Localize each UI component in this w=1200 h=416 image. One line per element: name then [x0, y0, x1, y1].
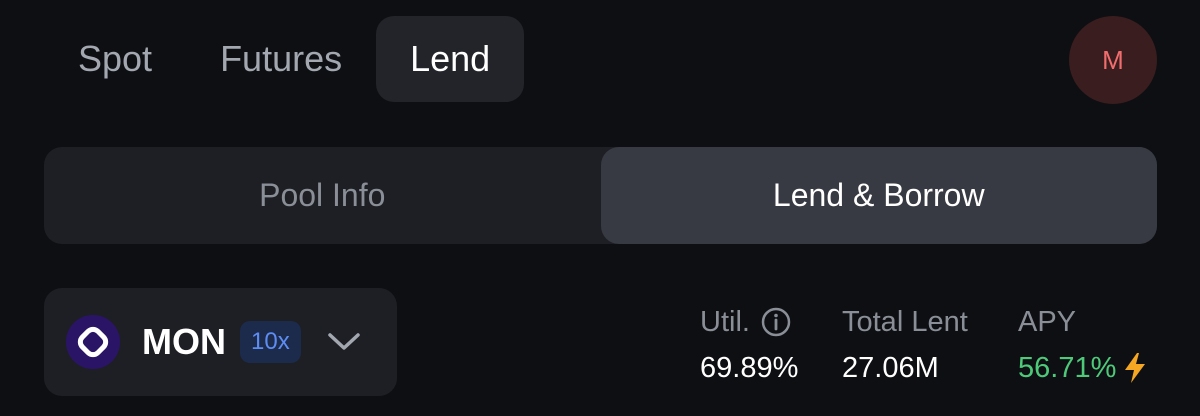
lend-screen: Spot Futures Lend M Pool Info Lend & Bor… [0, 0, 1200, 416]
tab-spot[interactable]: Spot [44, 16, 186, 102]
lightning-bolt-icon [1122, 352, 1148, 384]
segment-lend-borrow[interactable]: Lend & Borrow [600, 147, 1157, 244]
asset-symbol: MON [142, 321, 226, 362]
mon-token-icon [66, 315, 120, 369]
segment-pool-info[interactable]: Pool Info [44, 147, 601, 244]
asset-selector[interactable]: MON 10x [44, 288, 397, 396]
avatar[interactable]: M [1069, 16, 1157, 104]
total-lent-value: 27.06M [842, 351, 939, 384]
stat-total-lent: Total Lent 27.06M [842, 304, 968, 386]
stat-apy: APY 56.71% [1018, 304, 1148, 386]
chevron-down-icon[interactable] [327, 332, 361, 352]
leverage-badge: 10x [240, 321, 301, 363]
apy-value: 56.71% [1018, 351, 1117, 384]
apy-label: APY [1018, 305, 1077, 338]
total-lent-label: Total Lent [842, 305, 968, 338]
top-nav: Spot Futures Lend [44, 16, 525, 102]
view-segmented-control: Pool Info Lend & Borrow [44, 147, 1157, 244]
util-value: 69.89% [700, 351, 799, 384]
tab-futures[interactable]: Futures [186, 16, 376, 102]
info-icon[interactable] [760, 306, 792, 338]
tab-lend[interactable]: Lend [376, 16, 525, 102]
stat-util: Util. 69.89% [700, 304, 798, 386]
avatar-initial: M [1102, 44, 1124, 75]
util-label: Util. [700, 305, 750, 338]
